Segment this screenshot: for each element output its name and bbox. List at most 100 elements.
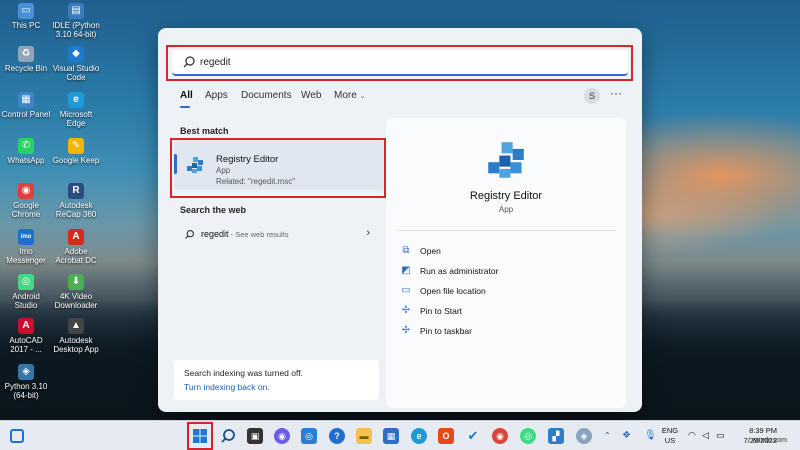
wifi-icon[interactable]: ◠ (688, 430, 696, 450)
search-box[interactable] (172, 50, 628, 76)
best-match-type: App (216, 166, 231, 175)
desktop-icon-this-pc[interactable]: ▭ This PC (0, 3, 52, 30)
task-view-icon[interactable]: ▣ (247, 428, 263, 444)
action-label: Open (420, 246, 441, 256)
help-icon[interactable]: ? (329, 428, 345, 444)
detail-app-name: Registry Editor (469, 190, 543, 202)
desktop-icon-edge[interactable]: e Microsoft Edge (50, 92, 102, 128)
desktop-icon-label: WhatsApp (7, 156, 45, 165)
desktop-icon-vscode[interactable]: ◆ Visual Studio Code (50, 46, 102, 82)
desktop-icon-acrobat[interactable]: A Adobe Acrobat DC (50, 229, 102, 265)
control-panel-icon: ▦ (18, 92, 34, 108)
desktop-icon-label: 4K Video Downloader (54, 292, 98, 310)
turn-indexing-on-link[interactable]: Turn indexing back on. (184, 382, 270, 392)
desktop-icon-label: Visual Studio Code (52, 64, 100, 82)
detail-pane: Registry Editor App ⧉ Open ◩ Run as admi… (386, 118, 626, 408)
search-web-heading: Search the web (180, 205, 247, 215)
widgets-icon[interactable] (10, 429, 24, 443)
desktop-icon-python[interactable]: ◈ Python 3.10 (64-bit) (0, 364, 52, 400)
action-pin-to-taskbar[interactable]: ✢ Pin to taskbar (396, 322, 616, 340)
tab-all[interactable]: All (180, 90, 193, 101)
registry-editor-icon[interactable]: ▞ (548, 428, 564, 444)
desktop-icon-imo[interactable]: imo Imo Messenger (0, 229, 52, 265)
best-match-related: Related: "regedit.msc" (216, 177, 296, 186)
chrome-icon: ◉ (18, 183, 34, 199)
search-icon[interactable] (220, 428, 236, 444)
desktop-icon-label: Google Keep (52, 156, 100, 165)
best-match-name: Registry Editor (216, 154, 279, 165)
action-open[interactable]: ⧉ Open (396, 242, 616, 260)
desktop-icon-label: AutoCAD 2017 - ... (9, 336, 43, 354)
python-icon: ◈ (18, 364, 34, 380)
tab-apps[interactable]: Apps (205, 90, 228, 101)
windows-start-icon[interactable] (192, 428, 208, 444)
pin-icon: ✢ (401, 325, 411, 336)
desktop-icon-autodesk-app[interactable]: ▲ Autodesk Desktop App (50, 318, 102, 354)
language-code: ENG (661, 426, 679, 435)
desktop-icon-label: Imo Messenger (6, 247, 46, 265)
volume-icon[interactable]: ◁ (702, 430, 709, 450)
autocad-icon: A (18, 318, 34, 334)
best-match-result[interactable]: Registry Editor App Related: "regedit.ms… (174, 140, 384, 190)
office-icon[interactable]: O (438, 428, 454, 444)
edge-icon: e (68, 92, 84, 108)
open-icon: ⧉ (402, 245, 410, 256)
edge-icon[interactable]: e (411, 428, 427, 444)
tray-overflow-icon[interactable]: ⌃ (604, 431, 611, 450)
action-run-as-admin[interactable]: ◩ Run as administrator (396, 262, 616, 280)
store-icon[interactable]: ▦ (383, 428, 399, 444)
desktop-icon-google-keep[interactable]: ✎ Google Keep (50, 138, 102, 165)
tab-more[interactable]: More ⌄ (334, 90, 365, 101)
shield-icon: ◩ (401, 265, 411, 276)
desktop-icon-chrome[interactable]: ◉ Google Chrome (0, 183, 52, 219)
action-pin-to-start[interactable]: ✢ Pin to Start (396, 302, 616, 320)
tab-more-label: More (334, 90, 357, 101)
desktop-icon-label: IDLE (Python 3.10 64-bit) (52, 21, 100, 39)
desktop-icon-label: Android Studio (12, 292, 40, 310)
desktop-icon-autocad[interactable]: A AutoCAD 2017 - ... (0, 318, 52, 354)
desktop-icon-android-studio[interactable]: ◎ Android Studio (0, 274, 52, 310)
desktop-icon-label: Autodesk Desktop App (53, 336, 99, 354)
more-options-icon[interactable]: ··· (610, 86, 622, 100)
registry-editor-large-icon (488, 142, 524, 178)
app-icon[interactable]: ◈ (576, 428, 592, 444)
desktop-icon-whatsapp[interactable]: ✆ WhatsApp (0, 138, 52, 165)
selection-accent (174, 154, 177, 174)
web-query: regedit - See web results (201, 229, 289, 239)
language-indicator[interactable]: ENG US (660, 426, 680, 450)
app-icon[interactable]: ◎ (301, 428, 317, 444)
recycle-bin-icon: ♻ (18, 46, 34, 62)
battery-icon[interactable]: ▭ (716, 430, 725, 450)
web-result-row[interactable]: regedit - See web results › (174, 224, 384, 246)
divider (396, 230, 616, 231)
action-label: Pin to Start (420, 306, 463, 316)
search-icon (183, 56, 195, 68)
microphone-icon[interactable]: 🎙 (644, 430, 657, 450)
desktop-icon-label: Control Panel (1, 110, 51, 119)
chrome-icon[interactable]: ◉ (492, 428, 508, 444)
action-open-file-location[interactable]: ▭ Open file location (396, 282, 616, 300)
desktop-icon-label: Google Chrome (11, 201, 41, 219)
desktop-icon-recycle-bin[interactable]: ♻ Recycle Bin (0, 46, 52, 73)
desktop-icon-idle[interactable]: ▤ IDLE (Python 3.10 64-bit) (50, 3, 102, 39)
search-input[interactable] (200, 54, 600, 70)
desktop-icon-recap[interactable]: R Autodesk ReCap 360 (50, 183, 102, 219)
whatsapp-icon: ✆ (18, 138, 34, 154)
desktop-icon-control-panel[interactable]: ▦ Control Panel (0, 92, 52, 119)
autodesk-icon: ▲ (68, 318, 84, 334)
web-query-text: regedit (201, 229, 229, 239)
desktop-icon-label: Autodesk ReCap 360 (55, 201, 97, 219)
tab-documents[interactable]: Documents (241, 90, 292, 101)
tab-web[interactable]: Web (301, 90, 321, 101)
desktop-icon-label: Python 3.10 (64-bit) (4, 382, 48, 400)
file-explorer-icon[interactable]: ▬ (356, 428, 372, 444)
avatar[interactable]: S (584, 88, 600, 104)
desktop-icon-4k-downloader[interactable]: ⬇ 4K Video Downloader (50, 274, 102, 310)
vscode-icon: ◆ (68, 46, 84, 62)
android-studio-icon[interactable]: ◎ (520, 428, 536, 444)
python-idle-icon: ▤ (68, 3, 84, 19)
dropbox-icon[interactable]: ❖ (622, 430, 631, 450)
registry-editor-icon (187, 157, 203, 173)
chat-icon[interactable]: ◉ (274, 428, 290, 444)
todo-icon[interactable]: ✔ (465, 428, 481, 444)
